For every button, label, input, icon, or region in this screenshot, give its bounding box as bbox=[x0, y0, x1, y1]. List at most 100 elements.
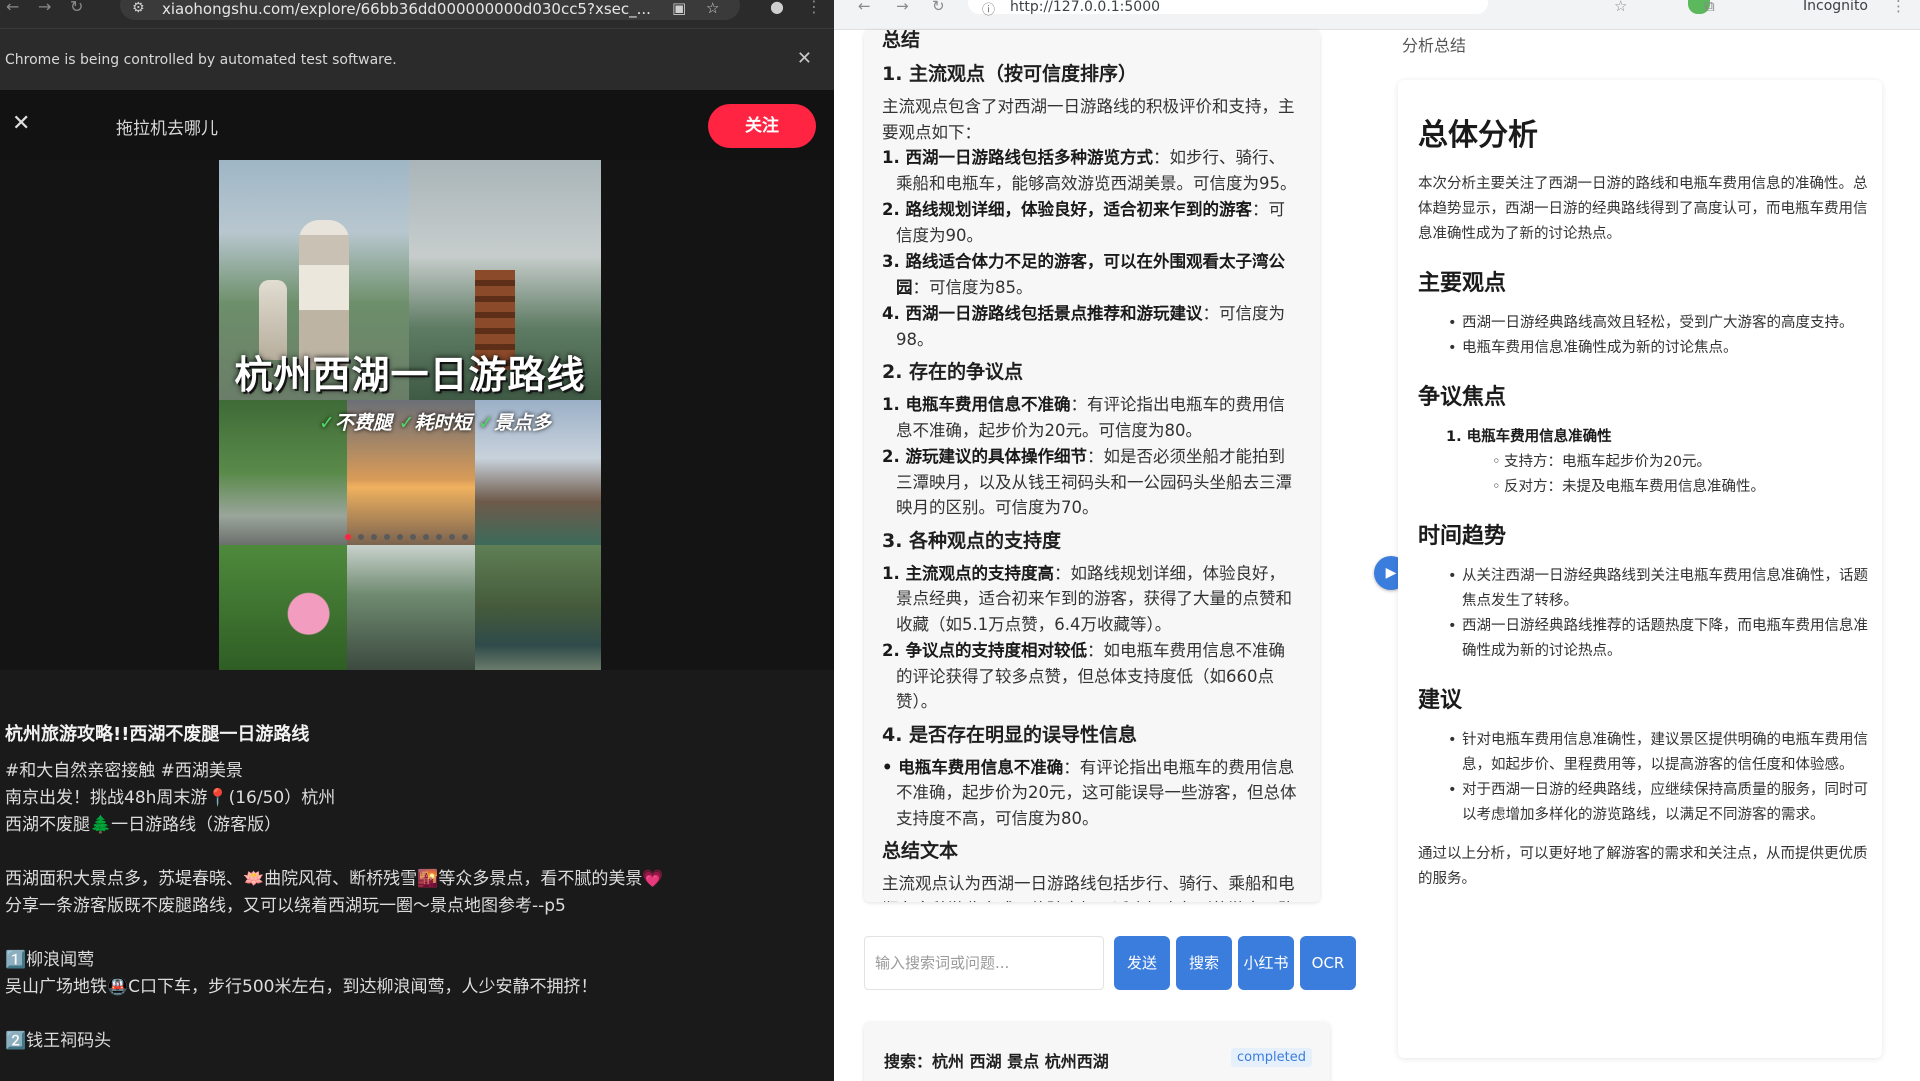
back-icon[interactable]: ← bbox=[858, 0, 871, 14]
list-item: 2. 路线规划详细，体验良好，适合初来乍到的游客：可信度为90。 bbox=[882, 200, 1285, 245]
list-item: 电瓶车费用信息准确性成为新的讨论焦点。 bbox=[1448, 336, 1868, 361]
follow-button[interactable]: 关注 bbox=[708, 104, 816, 148]
check-icon: ✓ bbox=[398, 412, 415, 434]
menu-icon[interactable]: ⋮ bbox=[806, 0, 822, 15]
xiaohongshu-window: ← → ↻ ⚙ xiaohongshu.com/explore/66bb36dd… bbox=[0, 0, 834, 1081]
dispute-points-list: 1. 电瓶车费用信息准确性 支持方：电瓶车起步价为20元。 反对方：未提及电瓶车… bbox=[1418, 425, 1868, 500]
list-item: 针对电瓶车费用信息准确性，建议景区提供明确的电瓶车费用信息，如起步价、里程费用等… bbox=[1448, 728, 1868, 778]
list-item: 4. 西湖一日游路线包括景点推荐和游玩建议：可信度为98。 bbox=[882, 304, 1285, 349]
list-item: 1. 主流观点的支持度高：如路线规划详细，体验良好，景点经典，适合初来乍到的游客… bbox=[882, 563, 1292, 634]
back-icon[interactable]: ← bbox=[6, 0, 19, 15]
section-heading: 总结 bbox=[882, 30, 921, 51]
note-line: 西湖不废腿🌲一日游路线（游客版） bbox=[5, 815, 282, 835]
trend-list: 从关注西湖一日游经典路线到关注电瓶车费用信息准确性，话题焦点发生了转移。 西湖一… bbox=[1418, 564, 1868, 664]
query-bar: 发送 搜索 小红书 OCR bbox=[864, 936, 1356, 990]
xiaohongshu-button[interactable]: 小红书 bbox=[1238, 936, 1294, 990]
list-item: 1. 电瓶车费用信息准确性 支持方：电瓶车起步价为20元。 反对方：未提及电瓶车… bbox=[1446, 425, 1868, 500]
cover-image[interactable]: 杭州西湖一日游路线 ✓不费腿 ✓耗时短 ✓景点多 bbox=[219, 160, 601, 670]
close-note-icon[interactable]: ✕ bbox=[12, 111, 30, 136]
list-item: 对于西湖一日游的经典路线，应继续保持高质量的服务，同时可以考虑增加多样化的游览路… bbox=[1448, 778, 1868, 828]
list-item: • 电瓶车费用信息不准确：有评论指出电瓶车的费用信息不准确，起步价为20元，这可… bbox=[882, 757, 1297, 828]
query-input[interactable] bbox=[864, 936, 1104, 990]
forward-icon[interactable]: → bbox=[38, 0, 51, 15]
analysis-result-panel: 总结 1. 主流观点（按可信度排序） 主流观点包含了对西湖一日游路线的积极评价和… bbox=[864, 30, 1320, 902]
section-heading: 2. 存在的争议点 bbox=[882, 361, 1024, 383]
main-points-list: 西湖一日游经典路线高效且轻松，受到广大游客的高度支持。 电瓶车费用信息准确性成为… bbox=[1418, 311, 1868, 361]
note-line: 分享一条游客版既不废腿路线，又可以绕着西湖玩一圈～景点地图参考--p5 bbox=[5, 896, 566, 916]
note-line: 2️⃣钱王祠码头 bbox=[5, 1031, 112, 1051]
right-toolbar: ← → ↻ ⓘ http://127.0.0.1:5000 ☆ ⧉ Incogn… bbox=[834, 0, 1920, 30]
misleading-list: • 电瓶车费用信息不准确：有评论指出电瓶车的费用信息不准确，起步价为20元，这可… bbox=[882, 755, 1298, 832]
summary-panel-label: 分析总结 bbox=[1402, 36, 1467, 55]
desktop: ← → ↻ ⚙ xiaohongshu.com/explore/66bb36dd… bbox=[0, 0, 1920, 1081]
list-item: 反对方：未提及电瓶车费用信息准确性。 bbox=[1492, 475, 1868, 500]
reload-icon[interactable]: ↻ bbox=[70, 0, 83, 15]
bookmark-star-icon[interactable]: ☆ bbox=[1614, 0, 1627, 14]
section-heading: 4. 是否存在明显的误导性信息 bbox=[882, 723, 1138, 746]
section-heading: 时间趋势 bbox=[1418, 524, 1507, 549]
section-heading: 3. 各种观点的支持度 bbox=[882, 529, 1062, 552]
note-media: 杭州西湖一日游路线 ✓不费腿 ✓耗时短 ✓景点多 bbox=[0, 160, 834, 670]
summary-title: 总体分析 bbox=[1418, 118, 1538, 153]
list-item: 西湖一日游经典路线高效且轻松，受到广大游客的高度支持。 bbox=[1448, 311, 1868, 336]
paragraph: 主流观点包含了对西湖一日游路线的积极评价和支持，主要观点如下： bbox=[882, 97, 1295, 142]
left-url-text: xiaohongshu.com/explore/66bb36dd00000000… bbox=[162, 0, 651, 18]
menu-icon[interactable]: ⋮ bbox=[1891, 0, 1906, 14]
note-line: 吴山广场地铁🚇C口下车，步行500米左右，到达柳浪闻莺，人少安静不拥挤！ bbox=[5, 977, 598, 997]
summary-conclusion: 通过以上分析，可以更好地了解游客的需求和关注点，从而提供更优质的服务。 bbox=[1418, 846, 1868, 887]
automation-infobar: Chrome is being controlled by automated … bbox=[0, 28, 834, 90]
right-url-text: http://127.0.0.1:5000 bbox=[1010, 0, 1161, 15]
list-item: 2. 游玩建议的具体操作细节：如是否必须坐船才能拍到三潭映月，以及从钱王祠码头和… bbox=[882, 447, 1292, 517]
local-app-window: ← → ↻ ⓘ http://127.0.0.1:5000 ☆ ⧉ Incogn… bbox=[834, 0, 1920, 1081]
dispute-sub-list: 支持方：电瓶车起步价为20元。 反对方：未提及电瓶车费用信息准确性。 bbox=[1446, 450, 1868, 500]
support-list: 1. 主流观点的支持度高：如路线规划详细，体验良好，景点经典，适合初来乍到的游客… bbox=[882, 561, 1298, 715]
forward-icon[interactable]: → bbox=[896, 0, 909, 14]
list-item: 支持方：电瓶车起步价为20元。 bbox=[1492, 450, 1868, 475]
summary-intro: 本次分析主要关注了西湖一日游的路线和电瓶车费用信息的准确性。总体趋势显示，西湖一… bbox=[1418, 176, 1868, 242]
cover-title: 杭州西湖一日游路线 bbox=[234, 353, 586, 397]
status-badge: completed bbox=[1231, 1048, 1312, 1067]
close-infobar-icon[interactable]: ✕ bbox=[797, 48, 812, 69]
cast-icon[interactable]: ▣ bbox=[672, 0, 686, 17]
profile-icon[interactable]: ● bbox=[770, 0, 784, 15]
note-line: 南京出发！挑战48h周末游📍(16/50）杭州 bbox=[5, 788, 336, 808]
extensions-puzzle-icon[interactable]: ⧉ bbox=[1704, 0, 1715, 14]
note-line: 西湖面积大景点多，苏堤春晓、🪷曲院风荷、断桥残雪🌇等众多景点，看不腻的美景💗 bbox=[5, 869, 664, 889]
bookmark-star-icon[interactable]: ☆ bbox=[706, 0, 719, 17]
list-item: 1. 电瓶车费用信息不准确：有评论指出电瓶车的费用信息不准确，起步价为20元。可… bbox=[882, 395, 1285, 440]
section-heading: 争议焦点 bbox=[1418, 385, 1507, 410]
search-task-card[interactable]: 搜索：杭州 西湖 景点 杭州西湖 completed bbox=[864, 1022, 1330, 1081]
info-icon[interactable]: ⓘ bbox=[982, 0, 995, 18]
list-item: 3. 路线适合体力不足的游客，可以在外围观看太子湾公园：可信度为85。 bbox=[882, 252, 1285, 297]
section-heading: 总结文本 bbox=[882, 840, 959, 862]
carousel-dots[interactable] bbox=[345, 525, 475, 540]
left-toolbar: ← → ↻ ⚙ xiaohongshu.com/explore/66bb36dd… bbox=[0, 0, 834, 28]
note-line: 1️⃣柳浪闻莺 bbox=[5, 950, 95, 970]
photo-lotus bbox=[219, 545, 347, 670]
note-body: 杭州旅游攻略!!西湖不废腿一日游路线 #和大自然亲密接触 #西湖美景 南京出发！… bbox=[5, 720, 825, 1055]
reload-icon[interactable]: ↻ bbox=[932, 0, 945, 14]
list-item: 从关注西湖一日游经典路线到关注电瓶车费用信息准确性，话题焦点发生了转移。 bbox=[1448, 564, 1868, 614]
cover-tag: 耗时短 bbox=[414, 412, 472, 434]
ocr-button[interactable]: OCR bbox=[1300, 936, 1356, 990]
site-settings-icon[interactable]: ⚙ bbox=[132, 0, 145, 16]
cover-tag: 景点多 bbox=[494, 412, 552, 434]
note-line: #和大自然亲密接触 #西湖美景 bbox=[5, 761, 243, 781]
search-button[interactable]: 搜索 bbox=[1176, 936, 1232, 990]
paragraph: 主流观点认为西湖一日游路线包括步行、骑行、乘船和电瓶车多种游览方式，体验良好，适… bbox=[882, 874, 1295, 902]
note-title: 杭州旅游攻略!!西湖不废腿一日游路线 bbox=[5, 724, 310, 745]
section-heading: 1. 主流观点（按可信度排序） bbox=[882, 63, 1138, 85]
mainstream-list: 1. 西湖一日游路线包括多种游览方式：如步行、骑行、乘船和电瓶车，能够高效游览西… bbox=[882, 145, 1298, 352]
section-heading: 建议 bbox=[1418, 688, 1463, 713]
incognito-label[interactable]: Incognito bbox=[1803, 0, 1868, 13]
section-heading: 主要观点 bbox=[1418, 271, 1507, 296]
send-button[interactable]: 发送 bbox=[1114, 936, 1170, 990]
right-address-bar[interactable]: ⓘ http://127.0.0.1:5000 bbox=[968, 0, 1488, 18]
photo-garden bbox=[347, 545, 475, 670]
suggestion-list: 针对电瓶车费用信息准确性，建议景区提供明确的电瓶车费用信息，如起步价、里程费用等… bbox=[1418, 728, 1868, 828]
search-task-label: 搜索：杭州 西湖 景点 杭州西湖 bbox=[884, 1052, 1109, 1071]
author-name[interactable]: 拖拉机去哪儿 bbox=[116, 114, 218, 139]
dispute-list: 1. 电瓶车费用信息不准确：有评论指出电瓶车的费用信息不准确，起步价为20元。可… bbox=[882, 392, 1298, 521]
check-icon: ✓ bbox=[319, 412, 335, 434]
left-address-bar[interactable]: ⚙ xiaohongshu.com/explore/66bb36dd000000… bbox=[120, 0, 740, 20]
